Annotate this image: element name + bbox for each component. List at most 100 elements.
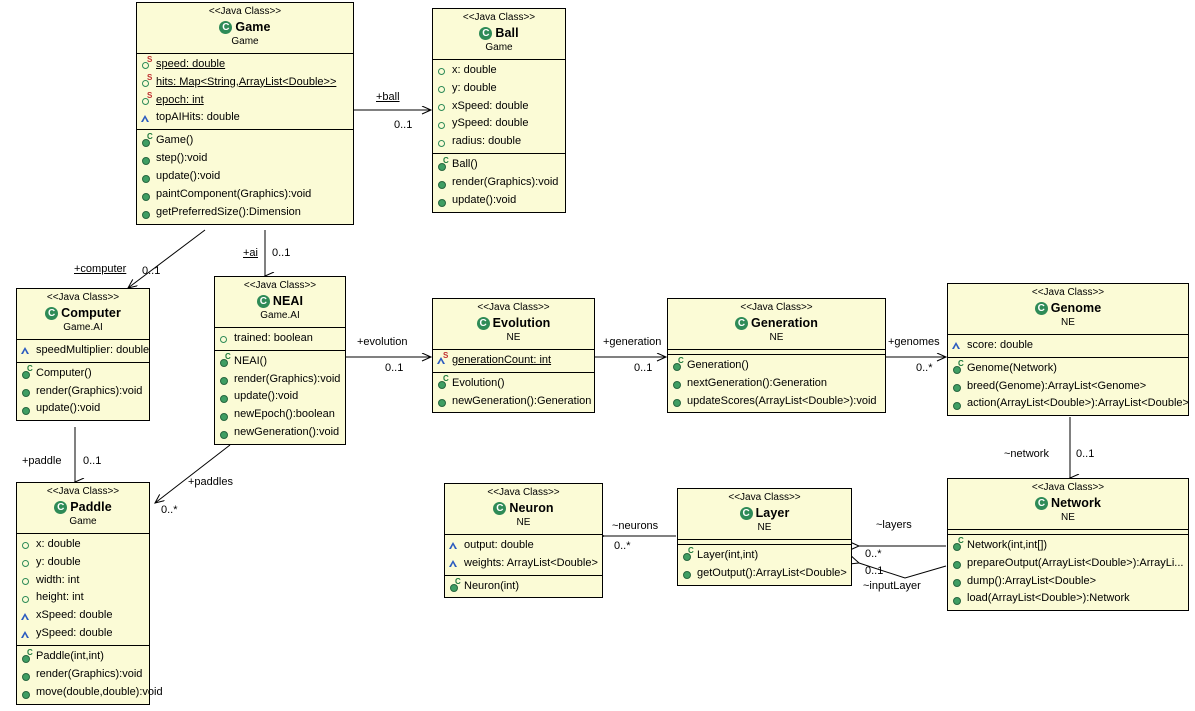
attribute-label: epoch: int [156, 93, 204, 106]
attribute-row: S hits: Map<String,ArrayList<Double>> [137, 74, 353, 92]
class-header-network: <<Java Class>> C Network NE [948, 479, 1188, 530]
methods-section: C Evolution() newGeneration():Generation [433, 373, 594, 413]
method-icon [952, 381, 963, 392]
attribute-row: ySpeed: double [17, 625, 149, 643]
method-label: move(double,double):void [36, 686, 163, 699]
method-row: newEpoch():boolean [215, 406, 345, 424]
assoc-role-neurons: ~neurons [612, 520, 659, 532]
class-stereotype: <<Java Class>> [462, 12, 536, 23]
assoc-mult-evolution: 0..1 [385, 362, 404, 374]
attribute-label: x: double [452, 63, 497, 76]
method-label: render(Graphics):void [234, 372, 341, 385]
methods-section: C NEAI() render(Graphics):void update():… [215, 351, 345, 445]
assoc-mult-paddle: 0..1 [83, 455, 102, 467]
attribute-row: y: double [433, 80, 565, 98]
method-row: C Computer() [17, 365, 149, 383]
attributes-section: x: double y: double xSpeed: double ySpee… [433, 60, 565, 155]
attribute-row: S generationCount: int [433, 352, 594, 370]
public-field-icon [437, 101, 448, 112]
method-row: update():void [17, 400, 149, 418]
method-label: Network(int,int[]) [967, 538, 1048, 551]
class-box-neuron[interactable]: <<Java Class>> C Neuron NE output: doubl… [444, 483, 603, 599]
class-box-evolution[interactable]: <<Java Class>> C Evolution NE S generati… [432, 298, 595, 414]
class-box-computer[interactable]: <<Java Class>> C Computer Game.AI speedM… [16, 288, 150, 422]
class-stereotype: <<Java Class>> [477, 302, 550, 313]
method-label: Paddle(int,int) [36, 650, 104, 663]
attribute-label: radius: double [452, 135, 522, 148]
attribute-row: topAIHits: double [137, 109, 353, 127]
method-label: Genome(Network) [967, 361, 1057, 374]
method-row: nextGeneration():Generation [668, 375, 885, 393]
class-stereotype: <<Java Class>> [740, 302, 813, 313]
java-class-icon: C [735, 316, 748, 330]
public-field-icon: S [141, 56, 152, 70]
class-box-genome[interactable]: <<Java Class>> C Genome NE score: double… [947, 283, 1189, 417]
java-class-icon: C [476, 316, 490, 330]
java-class-icon: C [493, 501, 507, 515]
constructor-icon: C [21, 648, 33, 663]
method-icon [682, 568, 693, 580]
java-class-icon: C [54, 500, 68, 514]
java-class-icon: C [219, 20, 233, 34]
class-box-ball[interactable]: <<Java Class>> C Ball Game x: double y: … [432, 8, 566, 214]
method-row: C Neuron(int) [445, 577, 602, 596]
constructor-icon: C [682, 547, 694, 562]
class-box-neai[interactable]: <<Java Class>> C NEAI Game.AI trained: b… [214, 276, 346, 446]
class-package: NE [769, 332, 784, 344]
class-name: Generation [751, 315, 818, 330]
method-icon [437, 396, 448, 407]
method-icon [141, 154, 152, 165]
method-row: dump():ArrayList<Double> [948, 573, 1188, 591]
class-stereotype: <<Java Class>> [1031, 287, 1105, 298]
method-label: Ball() [452, 158, 478, 171]
public-field-icon: S [141, 91, 152, 106]
method-row: load(ArrayList<Double>):Network [948, 590, 1188, 608]
public-field-icon [437, 83, 448, 94]
method-icon [219, 428, 230, 439]
attribute-label: x: double [36, 537, 81, 550]
attribute-label: speedMultiplier: double [36, 343, 150, 356]
method-icon [437, 196, 448, 207]
class-stereotype: <<Java Class>> [243, 280, 317, 291]
assoc-role-ball: +ball [376, 91, 400, 103]
class-box-paddle[interactable]: <<Java Class>> C Paddle Game x: double y… [16, 482, 163, 706]
methods-section: C Computer() render(Graphics):void updat… [17, 363, 149, 421]
methods-section: C Ball() render(Graphics):void update():… [433, 154, 565, 212]
assoc-mult-computer: 0..1 [142, 265, 161, 277]
class-stereotype: <<Java Class>> [208, 6, 282, 17]
method-label: Game() [156, 134, 194, 147]
method-row: render(Graphics):void [215, 371, 345, 389]
method-label: update():void [452, 194, 517, 207]
class-box-game[interactable]: <<Java Class>> C Game Game S speed: doub… [136, 2, 354, 226]
attributes-section: output: double weights: ArrayList<Double… [445, 535, 602, 576]
java-class-icon: C [479, 26, 493, 40]
method-row: update():void [215, 388, 345, 406]
method-row: C Paddle(int,int) [17, 648, 149, 666]
method-label: load(ArrayList<Double>):Network [967, 592, 1130, 605]
method-label: newGeneration():Generation [452, 394, 592, 407]
class-header-game: <<Java Class>> C Game Game [137, 3, 353, 54]
method-row: C Game() [137, 132, 353, 150]
assoc-role-network: ~network [1004, 448, 1049, 460]
method-label: getOutput():ArrayList<Double> [697, 566, 847, 579]
class-box-network[interactable]: <<Java Class>> C Network NE C Network(in… [947, 478, 1189, 612]
class-name: Network [1050, 495, 1102, 510]
protected-field-icon: S [437, 352, 448, 366]
assoc-role-inputlayer: ~inputLayer [863, 580, 921, 592]
methods-section: C Genome(Network) breed(Genome):ArrayLis… [948, 358, 1189, 416]
public-field-icon [437, 119, 448, 130]
assoc-mult-paddles: 0..* [161, 504, 178, 516]
attribute-row: ySpeed: double [433, 115, 565, 133]
assoc-mult-ai: 0..1 [272, 247, 291, 259]
class-box-generation[interactable]: <<Java Class>> C Generation NE C Generat… [667, 298, 886, 414]
class-header-ball: <<Java Class>> C Ball Game [433, 9, 565, 60]
method-label: Layer(int,int) [697, 548, 759, 561]
method-row: action(ArrayList<Double>):ArrayList<Doub… [948, 395, 1189, 413]
attribute-row: output: double [445, 537, 602, 555]
method-row: render(Graphics):void [433, 174, 565, 192]
attributes-section: trained: boolean [215, 328, 345, 351]
attribute-row: weights: ArrayList<Double> [445, 555, 602, 573]
method-row: update():void [433, 192, 565, 210]
attribute-label: ySpeed: double [452, 117, 529, 130]
class-box-layer[interactable]: <<Java Class>> C Layer NE C Layer(int,in… [677, 488, 852, 586]
